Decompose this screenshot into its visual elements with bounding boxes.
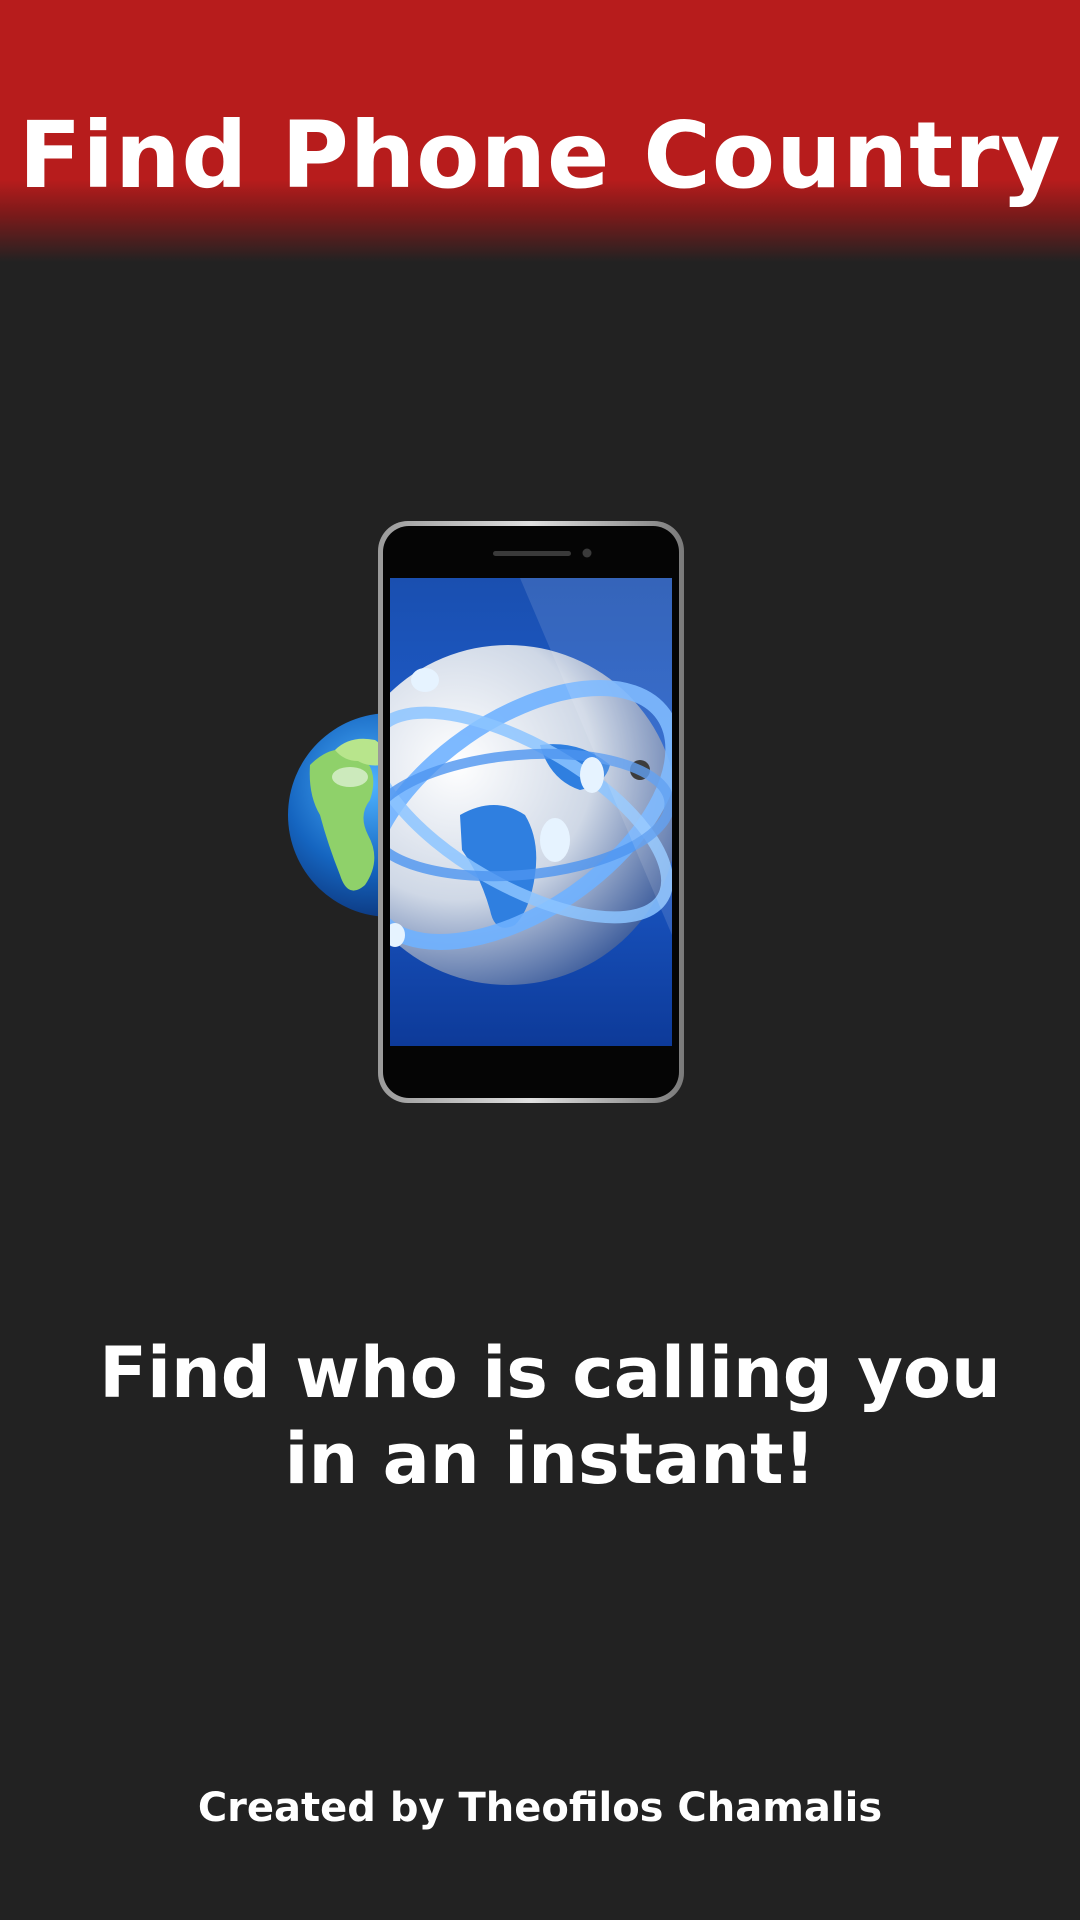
hero-illustration bbox=[240, 515, 700, 1110]
author-credit: Created by Theofilos Chamalis bbox=[197, 1785, 883, 1831]
tagline: Find who is calling you in an instant! bbox=[60, 1330, 1040, 1502]
tagline-line-1: Find who is calling you bbox=[99, 1332, 1001, 1414]
app-title: Find Phone Country bbox=[18, 102, 1062, 209]
header-bar: Find Phone Country bbox=[0, 0, 1080, 262]
tagline-line-2: in an instant! bbox=[284, 1418, 816, 1500]
phone-globe-icon bbox=[288, 521, 684, 1103]
